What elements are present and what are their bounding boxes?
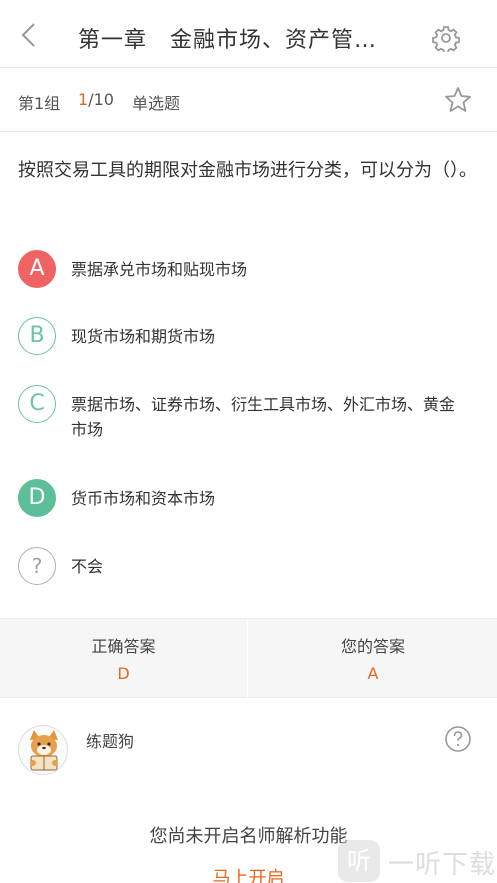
watermark-logo: 听 xyxy=(338,840,380,882)
watermark-text: 一听下载 xyxy=(388,850,497,880)
your-answer-label: 您的答案 xyxy=(340,637,405,656)
question-text: 按照交易工具的期限对金融市场进行分类，可以分为（）。 xyxy=(18,160,477,181)
avatar xyxy=(18,725,68,775)
correct-answer-label: 正确答案 xyxy=(91,637,156,656)
progress-current: 1 xyxy=(78,90,89,109)
option-c-text: 票据市场、证券市场、衍生工具市场、外汇市场、黄金市场 xyxy=(71,395,456,439)
your-answer-panel: 您的答案 A xyxy=(249,619,497,699)
page-title: 第一章 金融市场、资产管… xyxy=(78,28,378,53)
option-d-text: 货币市场和资本市场 xyxy=(71,489,216,508)
gear-icon[interactable] xyxy=(432,24,460,52)
question-type: 单选题 xyxy=(132,94,181,113)
progress-total: /10 xyxy=(88,90,114,109)
option-a-badge: A xyxy=(18,250,56,288)
option-d-badge: D xyxy=(18,479,56,517)
dog-mascot-icon xyxy=(30,730,58,771)
answer-summary: 正确答案 D 您的答案 A xyxy=(0,618,497,699)
option-a-text: 票据承兑市场和贴现市场 xyxy=(71,260,248,279)
star-outline-icon[interactable] xyxy=(444,86,472,114)
chevron-left-icon[interactable] xyxy=(14,20,44,50)
correct-answer-panel: 正确答案 D xyxy=(0,619,248,699)
option-c-badge: C xyxy=(18,385,56,423)
option-unknown-text: 不会 xyxy=(71,557,104,576)
correct-answer-value: D xyxy=(117,664,130,683)
your-answer-value: A xyxy=(367,664,379,683)
question-circle-icon[interactable] xyxy=(444,725,472,753)
option-b-text: 现货市场和期货市场 xyxy=(71,327,216,346)
option-b-badge: B xyxy=(18,317,56,355)
top-nav-bar: 第一章 金融市场、资产管… xyxy=(0,0,497,68)
analysis-author: 练题狗 xyxy=(86,732,135,751)
group-label: 第1组 xyxy=(18,94,61,113)
question-progress: 1/10 xyxy=(78,90,114,109)
question-mark-icon: ? xyxy=(18,547,56,585)
watermark: 听 一听下载 xyxy=(338,838,497,883)
question-info-bar: 第1组 1/10 单选题 xyxy=(0,68,497,132)
